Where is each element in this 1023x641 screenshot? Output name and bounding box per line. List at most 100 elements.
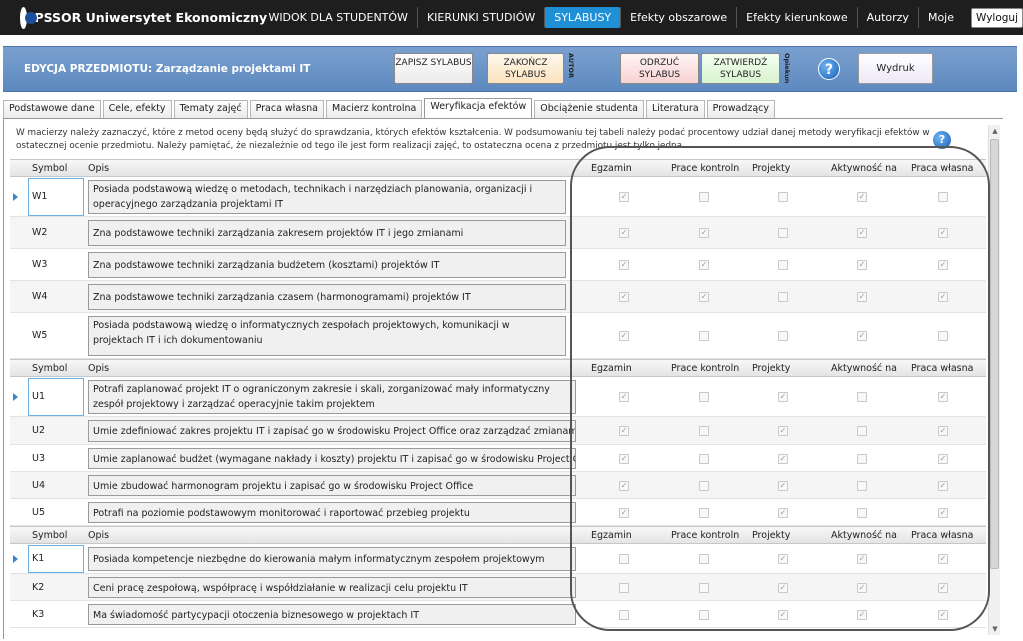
method-checkbox[interactable] [778,228,788,238]
table-row[interactable]: W4 Zna podstawowe techniki zarządzania cz… [10,281,986,313]
vertical-scrollbar[interactable]: ▲ ▼ [988,125,1000,635]
method-checkbox[interactable]: ✓ [619,292,629,302]
table-row[interactable]: K3 Ma świadomość partycypacji otoczenia b… [10,601,986,628]
scroll-up-icon[interactable]: ▲ [989,125,1001,137]
effect-description[interactable]: Ma świadomość partycypacji otoczenia biz… [88,604,576,625]
method-checkbox[interactable]: ✓ [857,331,867,341]
tab-2[interactable]: Tematy zajęć [173,100,248,118]
method-checkbox[interactable] [778,260,788,270]
method-checkbox[interactable] [778,292,788,302]
table-row[interactable]: U1 Potrafi zaplanować projekt IT o ograni… [10,377,986,417]
method-checkbox[interactable]: ✓ [619,480,629,491]
method-checkbox[interactable]: ✓ [938,582,948,593]
method-checkbox[interactable]: ✓ [778,507,788,518]
method-checkbox[interactable] [857,507,867,518]
method-checkbox[interactable]: ✓ [619,426,629,436]
tab-7[interactable]: Literatura [645,100,705,118]
tab-4[interactable]: Macierz kontrolna [326,100,423,118]
help-icon[interactable]: ? [818,58,840,80]
method-checkbox[interactable]: ✓ [778,453,788,464]
nav-item-1[interactable]: KIERUNKI STUDIÓW [416,7,544,28]
method-checkbox[interactable] [699,392,709,402]
table-row[interactable]: K2 Ceni pracę zespołową, współpracę i wsp… [10,574,986,601]
method-checkbox[interactable]: ✓ [619,392,629,402]
nav-item-3[interactable]: Efekty obszarowe [620,7,736,28]
table-row[interactable]: U3 Umie zaplanować budżet (wymagane nakła… [10,445,986,472]
method-checkbox[interactable]: ✓ [857,192,867,202]
method-checkbox[interactable] [699,331,709,341]
tab-0[interactable]: Podstawowe dane [3,100,101,118]
method-checkbox[interactable]: ✓ [699,260,709,270]
method-checkbox[interactable]: ✓ [938,453,948,464]
effect-description[interactable]: Posiada podstawową wiedzę o informatyczn… [88,316,566,356]
table-row[interactable]: U2 Umie zdefiniować zakres projektu IT i … [10,417,986,445]
scroll-thumb[interactable] [990,139,999,569]
method-checkbox[interactable] [619,582,629,593]
method-checkbox[interactable]: ✓ [938,480,948,491]
method-checkbox[interactable] [938,331,948,341]
method-checkbox[interactable]: ✓ [938,426,948,436]
table-row[interactable]: W3 Zna podstawowe techniki zarządzania bu… [10,249,986,281]
table-row[interactable]: W2 Zna podstawowe techniki zarządzania za… [10,217,986,249]
method-checkbox[interactable]: ✓ [778,554,788,564]
table-row[interactable]: W1 Posiada podstawową wiedzę o metodach, … [10,177,986,217]
method-checkbox[interactable]: ✓ [938,292,948,302]
method-checkbox[interactable]: ✓ [619,331,629,341]
method-checkbox[interactable]: ✓ [778,392,788,402]
method-checkbox[interactable]: ✓ [619,507,629,518]
method-checkbox[interactable] [699,453,709,464]
method-checkbox[interactable]: ✓ [938,228,948,238]
effect-description[interactable]: Umie zdefiniować zakres projektu IT i za… [88,420,576,442]
tab-3[interactable]: Praca własna [249,100,324,118]
method-checkbox[interactable]: ✓ [938,609,948,620]
effect-description[interactable]: Potrafi zaplanować projekt IT o ogranicz… [88,380,576,414]
method-checkbox[interactable]: ✓ [699,228,709,238]
effect-description[interactable]: Umie zaplanować budżet (wymagane nakłady… [88,448,576,469]
finish-syllabus-button[interactable]: ZAKOŃCZ SYLABUS [487,53,564,84]
method-checkbox[interactable]: ✓ [938,554,948,564]
method-checkbox[interactable]: ✓ [857,609,867,620]
method-checkbox[interactable]: ✓ [619,453,629,464]
effect-description[interactable]: Zna podstawowe techniki zarządzania budż… [88,252,566,278]
method-checkbox[interactable]: ✓ [938,507,948,518]
method-checkbox[interactable] [699,609,709,620]
method-checkbox[interactable]: ✓ [619,228,629,238]
effect-description[interactable]: Ceni pracę zespołową, współpracę i współ… [88,577,576,598]
method-checkbox[interactable] [778,331,788,341]
table-row[interactable]: U5 Potrafi na poziomie podstawowym monito… [10,499,986,526]
method-checkbox[interactable] [699,507,709,518]
nav-item-4[interactable]: Efekty kierunkowe [736,7,856,28]
method-checkbox[interactable]: ✓ [857,554,867,564]
method-checkbox[interactable]: ✓ [857,260,867,270]
method-checkbox[interactable]: ✓ [857,228,867,238]
logout-button[interactable]: Wyloguj [971,7,1023,28]
effect-description[interactable]: Zna podstawowe techniki zarządzania zakr… [88,220,566,246]
method-checkbox[interactable] [778,192,788,202]
method-checkbox[interactable]: ✓ [699,292,709,302]
tab-5[interactable]: Weryfikacja efektów [424,98,533,118]
method-checkbox[interactable] [857,480,867,491]
tab-6[interactable]: Obciążenie studenta [534,100,644,118]
nav-item-6[interactable]: Moje [917,7,963,28]
scroll-down-icon[interactable]: ▼ [989,623,1001,635]
effect-description[interactable]: Zna podstawowe techniki zarządzania czas… [88,284,566,310]
method-checkbox[interactable]: ✓ [857,582,867,593]
method-checkbox[interactable]: ✓ [778,609,788,620]
reject-syllabus-button[interactable]: ODRZUĆ SYLABUS [620,53,699,84]
table-row[interactable]: W5 Posiada podstawową wiedzę o informatyc… [10,313,986,359]
table-row[interactable]: U4 Umie zbudować harmonogram projektu i z… [10,472,986,499]
method-checkbox[interactable]: ✓ [619,260,629,270]
help-icon[interactable]: ? [933,131,951,149]
method-checkbox[interactable]: ✓ [938,260,948,270]
save-syllabus-button[interactable]: ZAPISZ SYLABUS [394,53,473,84]
method-checkbox[interactable] [619,554,629,564]
effect-description[interactable]: Potrafi na poziomie podstawowym monitoro… [88,502,576,523]
print-button[interactable]: Wydruk [858,53,933,84]
table-row[interactable]: K1 Posiada kompetencje niezbędne do kiero… [10,544,986,574]
method-checkbox[interactable] [699,480,709,491]
method-checkbox[interactable]: ✓ [938,392,948,402]
nav-item-2[interactable]: SYLABUSY [544,7,621,28]
tab-8[interactable]: Prowadzący [706,100,776,118]
method-checkbox[interactable]: ✓ [778,582,788,593]
effect-description[interactable]: Umie zbudować harmonogram projektu i zap… [88,475,576,496]
